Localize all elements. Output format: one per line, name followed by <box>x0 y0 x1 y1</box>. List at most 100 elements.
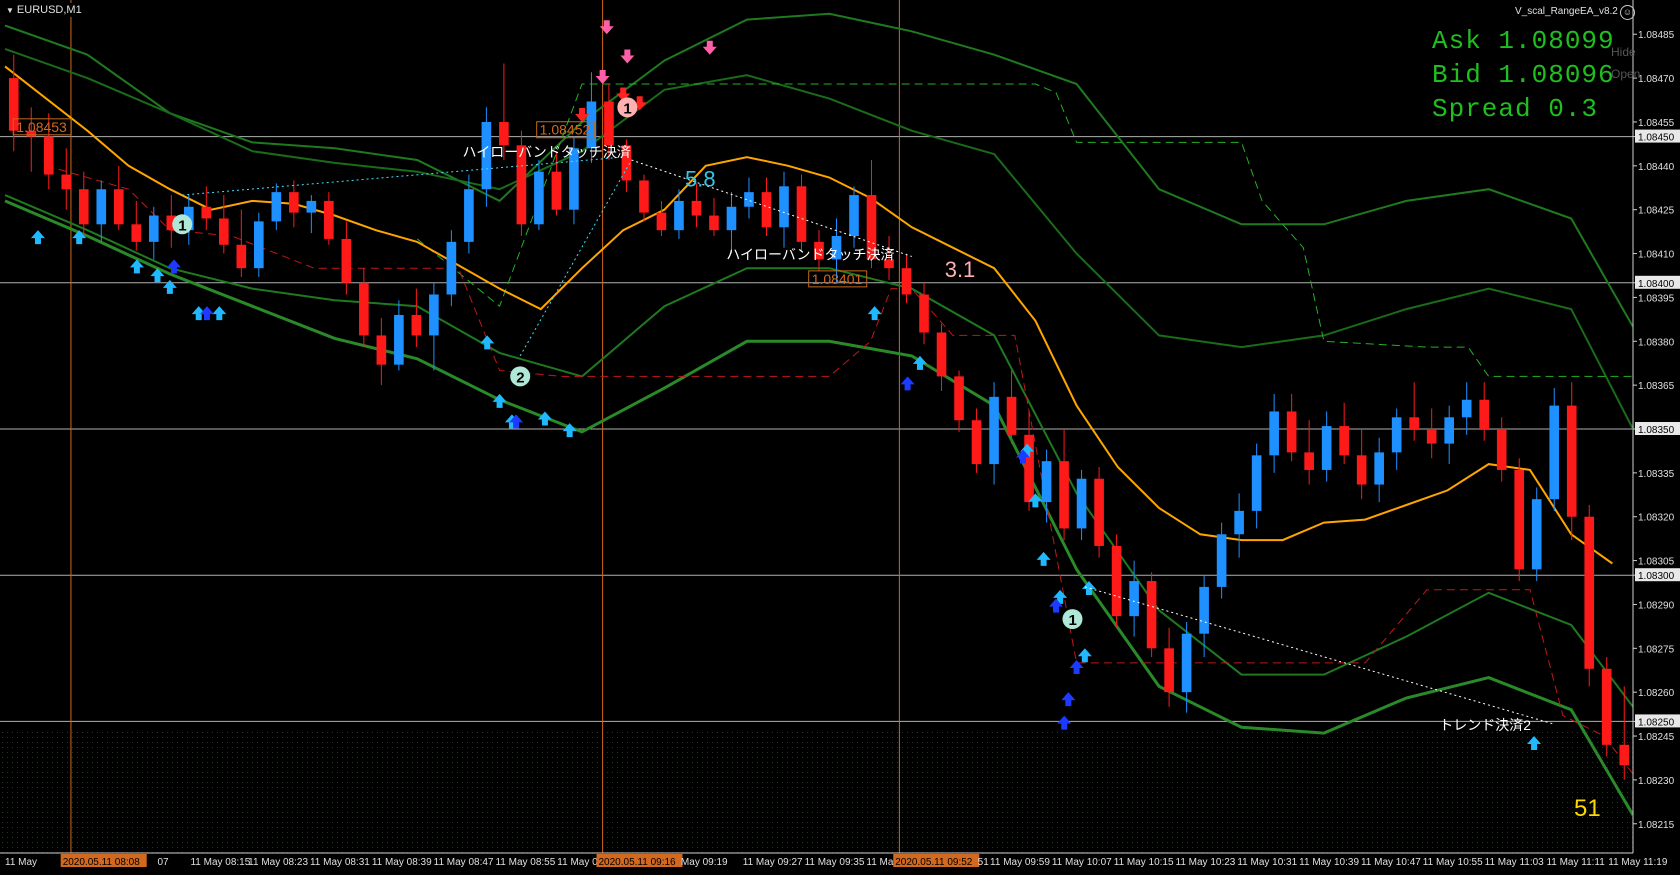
time-tick-label: 11 May 10:07 <box>1052 857 1112 868</box>
candle-body <box>1426 429 1437 444</box>
time-tick-label: 11 May 11:03 <box>1485 857 1545 868</box>
time-tick-label: 11 May 11:11 <box>1546 857 1605 868</box>
time-tick-label: 11 May 11:19 <box>1608 857 1668 868</box>
time-tick-label: 11 May 10:55 <box>1423 857 1483 868</box>
candle-body <box>1304 452 1314 470</box>
candle-body <box>446 241 457 295</box>
candle-body <box>61 174 72 190</box>
candle-body <box>1374 452 1384 485</box>
open-button[interactable]: Open <box>1611 67 1640 81</box>
ask-label: Ask 1.08099 <box>1432 26 1615 56</box>
candle-body <box>1216 534 1227 587</box>
price-tick-label: 1.08250 <box>1638 717 1675 728</box>
time-tick-label: 11 May 10:31 <box>1237 857 1297 868</box>
candle-body <box>656 212 667 231</box>
time-tick-label: 11 May 09:35 <box>805 857 865 868</box>
candle-body <box>1479 399 1490 429</box>
time-tick-label: 2020.05.11 08:08 <box>63 857 141 868</box>
time-tick-label: 11 May 08:47 <box>434 857 494 868</box>
candle-body <box>289 192 299 213</box>
time-tick-label: 11 May 10:23 <box>1176 857 1236 868</box>
candle-body <box>499 121 509 146</box>
price-tick-label: 1.08290 <box>1638 600 1675 611</box>
price-tick-label: 1.08450 <box>1638 133 1675 144</box>
candle-body <box>1601 668 1612 745</box>
candle-body <box>341 238 352 283</box>
price-tick-label: 1.08470 <box>1638 74 1675 85</box>
candle-body <box>464 189 474 242</box>
trade-marker-label: 2 <box>516 369 524 386</box>
candle-body <box>761 192 772 228</box>
candle-body <box>43 136 54 175</box>
candle-body <box>1531 499 1542 570</box>
chart-annotation: トレンド決済2 <box>1439 717 1531 733</box>
candle-body <box>131 224 142 242</box>
candle-body <box>971 420 982 465</box>
candle-body <box>411 314 422 336</box>
trade-marker-label: 1 <box>1068 612 1076 629</box>
price-label: 1.08453 <box>16 119 67 135</box>
candle-body <box>324 200 334 239</box>
price-tick-label: 1.08410 <box>1638 250 1675 261</box>
time-tick-label: 2020.05.11 09:16 <box>598 857 676 868</box>
candle-body <box>1199 586 1209 634</box>
candle-body <box>1234 510 1244 535</box>
price-tick-label: 1.08365 <box>1638 381 1675 392</box>
candle-body <box>1181 633 1192 693</box>
candle-body <box>1094 478 1104 546</box>
price-tick-label: 1.08380 <box>1638 337 1675 348</box>
candle-body <box>1549 405 1560 500</box>
chart-annotation: 3.1 <box>945 257 976 282</box>
candle-body <box>639 180 649 213</box>
candle-body <box>674 200 684 231</box>
price-tick-label: 1.08335 <box>1638 469 1675 480</box>
candle-body <box>1006 396 1017 435</box>
candle-body <box>989 396 999 465</box>
price-label: 1.08452 <box>540 122 591 138</box>
candle-body <box>709 215 719 231</box>
candle-body <box>691 200 702 216</box>
candle-body <box>1251 455 1262 511</box>
time-tick-label: 11 May 10:39 <box>1299 857 1359 868</box>
chart-annotation: ハイローバンドタッチ決済 <box>462 144 630 160</box>
candle-body <box>919 294 929 333</box>
time-tick-label: 11 May 09:27 <box>743 857 803 868</box>
price-chart[interactable]: 1.08453 1.084521.08401ハイローバンドタッチ決済ハイローバンド… <box>0 0 1680 870</box>
time-tick-label: 11 May 08:55 <box>495 857 555 868</box>
candle-body <box>1041 461 1052 503</box>
ea-smile-icon: ☺ <box>1620 5 1635 20</box>
price-tick-label: 1.08400 <box>1638 279 1675 290</box>
time-tick-label: 11 May 08:15 <box>190 857 250 868</box>
chart-window[interactable]: 1.08453 1.08452 1.08401 ハイローバンドタッチ決済 ハイローバンド… <box>0 0 1680 870</box>
bottom-dot-zone <box>0 728 1635 853</box>
time-tick-label: 11 May 08:23 <box>248 857 308 868</box>
bid-label: Bid 1.08096 <box>1432 60 1615 90</box>
symbol-label: EURUSD,M1 <box>16 4 82 16</box>
time-tick-label: May 09:19 <box>681 857 728 868</box>
symbol-tab[interactable]: ▼ EURUSD,M1 <box>2 3 86 17</box>
candle-body <box>1164 648 1174 693</box>
candle-body <box>901 268 912 295</box>
candle-body <box>534 171 544 225</box>
candle-body <box>1146 581 1157 649</box>
candle-body <box>726 206 737 231</box>
candle-body <box>849 195 859 237</box>
candle-body <box>376 335 387 365</box>
hide-button[interactable]: Hide <box>1611 45 1636 59</box>
price-tick-label: 1.08350 <box>1638 425 1675 436</box>
price-tick-label: 1.08320 <box>1638 513 1675 524</box>
price-tick-label: 1.08275 <box>1638 644 1675 655</box>
candle-body <box>96 189 107 225</box>
price-tick-label: 1.08425 <box>1638 206 1675 217</box>
candle-body <box>113 189 124 225</box>
candle-body <box>1584 516 1595 669</box>
candle-body <box>1269 411 1279 456</box>
candle-body <box>359 282 369 336</box>
candle-body <box>1024 434 1034 503</box>
price-tick-label: 1.08230 <box>1638 776 1675 787</box>
price-tick-label: 1.08455 <box>1638 118 1675 129</box>
time-tick-label: 2020.05.11 09:52 <box>895 857 973 868</box>
price-tick-label: 1.08245 <box>1638 732 1675 743</box>
candle-body <box>604 101 614 146</box>
time-tick-label: 11 May 08:39 <box>372 857 432 868</box>
